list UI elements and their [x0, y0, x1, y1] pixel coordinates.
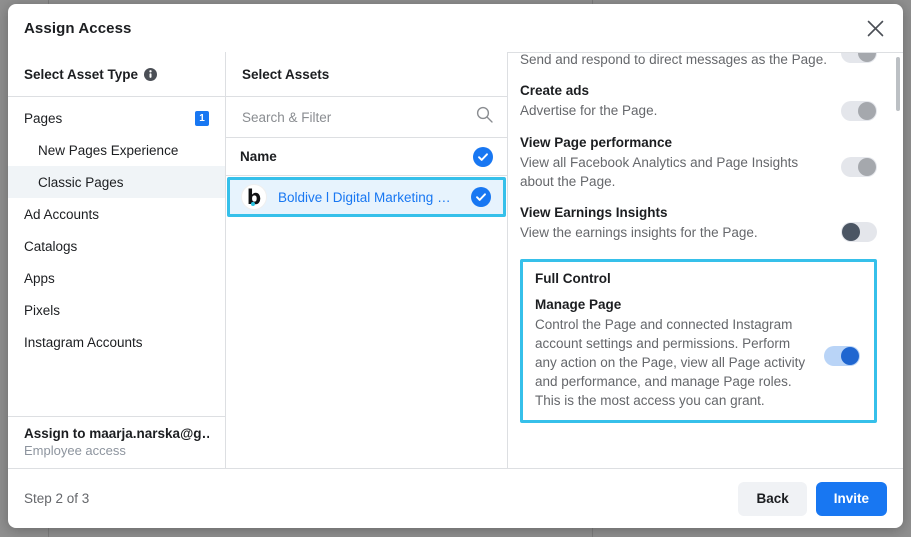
permission-text: View Earnings Insights View the earnings…	[520, 205, 841, 242]
permission-row: Manage Page Control the Page and connect…	[535, 297, 860, 410]
close-icon[interactable]	[859, 12, 891, 44]
page-title: Assign Access	[24, 19, 132, 37]
asset-type-item-apps[interactable]: Apps	[8, 262, 225, 294]
assign-access-dialog: Assign Access Select Asset Type Pages 1 …	[8, 4, 903, 528]
asset-type-item-catalogs[interactable]: Catalogs	[8, 230, 225, 262]
asset-type-item-instagram-accounts[interactable]: Instagram Accounts	[8, 326, 225, 358]
asset-type-item-label: New Pages Experience	[38, 142, 179, 158]
invite-button[interactable]: Invite	[815, 481, 887, 516]
asset-type-item-classic-pages[interactable]: Classic Pages	[8, 166, 225, 198]
back-button[interactable]: Back	[738, 481, 807, 516]
scrollbar-thumb[interactable]	[896, 57, 900, 111]
permission-row: Send and respond to direct messages as t…	[520, 53, 877, 76]
asset-type-item-label: Instagram Accounts	[24, 334, 143, 350]
permission-title: Create ads	[520, 83, 590, 98]
search-row[interactable]	[226, 96, 507, 138]
asset-type-item-label: Classic Pages	[38, 174, 124, 190]
permission-toggle[interactable]	[841, 222, 877, 242]
permission-toggle[interactable]	[841, 53, 877, 63]
asset-type-item-label: Apps	[24, 270, 55, 286]
permission-text: Create ads Advertise for the Page.	[520, 83, 841, 120]
asset-type-item-label: Pages	[24, 110, 63, 126]
asset-type-item-pages[interactable]: Pages 1	[8, 102, 225, 134]
asset-type-panel: Select Asset Type Pages 1 New Pages Expe…	[8, 52, 226, 468]
permission-row: View Page performance View all Facebook …	[520, 128, 877, 198]
asset-type-heading-label: Select Asset Type	[24, 66, 139, 82]
asset-type-item-label: Ad Accounts	[24, 206, 100, 222]
avatar-accent-dot	[251, 202, 255, 206]
asset-type-item-pixels[interactable]: Pixels	[8, 294, 225, 326]
permission-text: Send and respond to direct messages as t…	[520, 53, 841, 69]
permission-title: Manage Page	[535, 297, 622, 312]
permission-description: Send and respond to direct messages as t…	[520, 53, 827, 67]
select-assets-panel: Select Assets Name	[226, 52, 508, 468]
assign-to-summary: Assign to maarja.narska@g… Employee acce…	[8, 416, 225, 468]
asset-type-item-new-pages-experience[interactable]: New Pages Experience	[8, 134, 225, 166]
permission-text: Manage Page Control the Page and connect…	[535, 297, 824, 410]
assign-to-name: Assign to maarja.narska@g…	[24, 426, 209, 441]
manage-page-toggle[interactable]	[824, 345, 860, 366]
assets-column-header-label: Name	[240, 149, 277, 164]
avatar: b	[241, 184, 267, 210]
asset-type-heading: Select Asset Type	[8, 52, 225, 96]
select-assets-heading: Select Assets	[242, 66, 330, 82]
list-item-label[interactable]: Boldive l Digital Marketing …	[278, 190, 471, 205]
permissions-panel: Send and respond to direct messages as t…	[508, 52, 903, 468]
permission-description: View all Facebook Analytics and Page Ins…	[520, 155, 799, 189]
asset-type-item-label: Catalogs	[24, 238, 78, 254]
full-control-label: Full Control	[535, 271, 611, 286]
permission-toggle[interactable]	[841, 157, 877, 177]
permission-toggle[interactable]	[841, 101, 877, 121]
list-item-checkbox[interactable]	[471, 187, 491, 207]
dialog-header: Assign Access	[8, 4, 903, 52]
permission-description: View the earnings insights for the Page.	[520, 225, 758, 240]
dialog-body: Select Asset Type Pages 1 New Pages Expe…	[8, 52, 903, 468]
list-item[interactable]: b Boldive l Digital Marketing …	[227, 177, 506, 217]
asset-type-item-label: Pixels	[24, 302, 61, 318]
asset-type-item-ad-accounts[interactable]: Ad Accounts	[8, 198, 225, 230]
permissions-scroll-area: Send and respond to direct messages as t…	[508, 53, 903, 468]
info-icon[interactable]	[144, 67, 158, 81]
assets-list: b Boldive l Digital Marketing …	[226, 176, 507, 468]
dialog-footer: Step 2 of 3 Back Invite	[8, 468, 903, 528]
search-icon[interactable]	[476, 106, 493, 128]
permission-row: Create ads Advertise for the Page.	[520, 76, 877, 128]
select-all-checkbox[interactable]	[473, 146, 493, 167]
permission-row: View Earnings Insights View the earnings…	[520, 198, 877, 249]
assets-column-header: Name	[226, 138, 507, 176]
asset-type-badge: 1	[195, 110, 209, 126]
step-indicator: Step 2 of 3	[24, 491, 90, 506]
permission-text: View Page performance View all Facebook …	[520, 135, 841, 191]
permission-title: View Earnings Insights	[520, 205, 668, 220]
assign-to-role: Employee access	[24, 443, 126, 458]
search-input[interactable]	[240, 108, 476, 126]
permission-title: View Page performance	[520, 135, 673, 150]
permission-description: Advertise for the Page.	[520, 103, 658, 118]
asset-type-list: Pages 1 New Pages Experience Classic Pag…	[8, 96, 225, 416]
permission-description: Control the Page and connected Instagram…	[535, 317, 806, 408]
full-control-section: Full Control Manage Page Control the Pag…	[520, 259, 877, 423]
